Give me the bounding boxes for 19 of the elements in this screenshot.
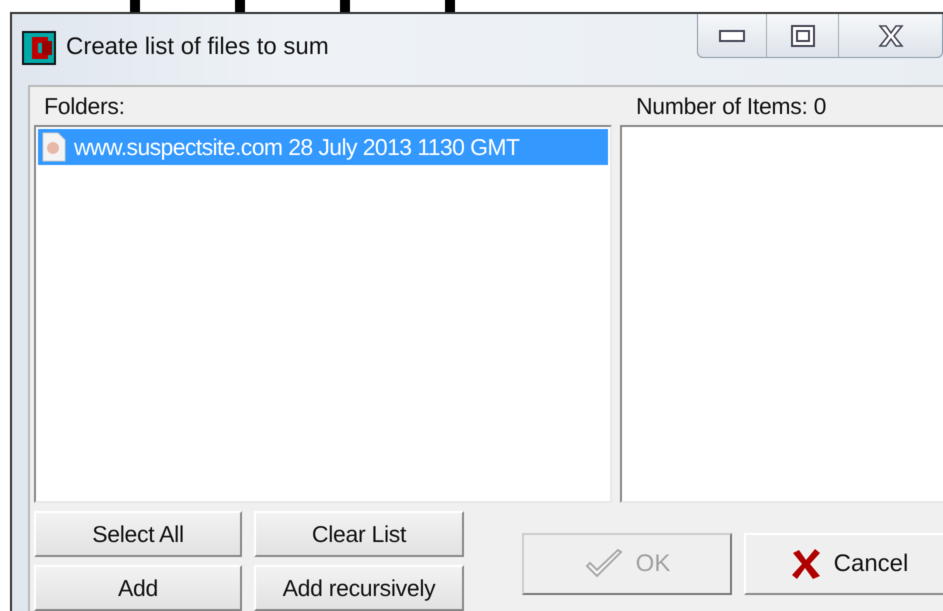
background-peg [445,0,455,12]
close-icon [878,24,904,46]
list-action-button[interactable]: Select All [34,511,242,557]
background-peg [130,0,140,12]
maximize-icon [790,24,814,46]
checkmark-icon [584,548,624,580]
background-peg [235,0,245,12]
cancel-button[interactable]: Cancel [744,533,943,595]
items-count: Number of Items: 0 [635,92,828,121]
app-icon [22,31,56,65]
list-action-button[interactable]: Add recursively [254,565,464,611]
close-icon [790,548,822,580]
list-action-button[interactable]: Add [34,565,242,611]
file-icon [42,132,66,162]
window-title: Create list of files to sum [66,33,330,61]
minimize-icon [719,30,745,42]
list-action-button[interactable]: Clear List [254,511,464,557]
background-peg [340,0,350,12]
folders-label: Folders: [43,92,126,121]
